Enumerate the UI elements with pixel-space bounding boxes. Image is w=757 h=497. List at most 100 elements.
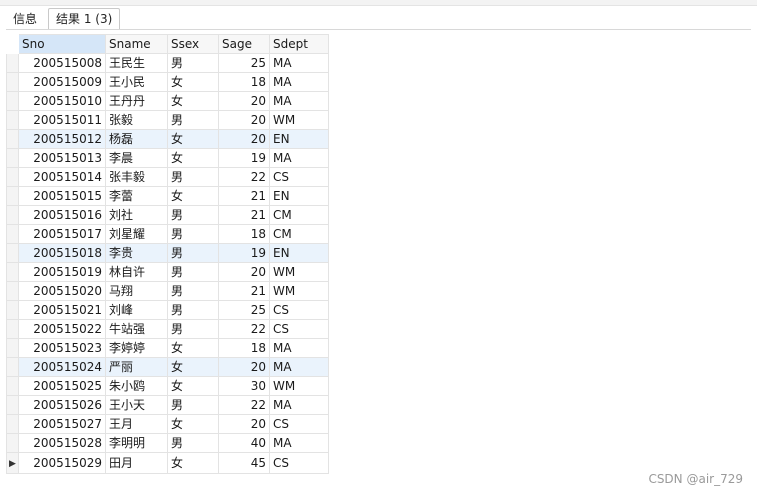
cell-sdept[interactable]: WM bbox=[269, 262, 329, 282]
cell-sage[interactable]: 25 bbox=[218, 300, 270, 320]
row-indicator[interactable] bbox=[6, 129, 19, 149]
row-indicator[interactable] bbox=[6, 148, 19, 168]
column-header-sno[interactable]: Sno bbox=[18, 34, 106, 54]
cell-sname[interactable]: 刘社 bbox=[105, 205, 168, 225]
cell-sno[interactable]: 200515009 bbox=[18, 72, 106, 92]
cell-ssex[interactable]: 男 bbox=[167, 243, 219, 263]
cell-sage[interactable]: 22 bbox=[218, 319, 270, 339]
table-row[interactable]: 200515017 刘星耀男 18 CM bbox=[6, 224, 329, 244]
cell-ssex[interactable]: 女 bbox=[167, 414, 219, 434]
cell-sage[interactable]: 20 bbox=[218, 357, 270, 377]
row-indicator[interactable] bbox=[6, 433, 19, 453]
cell-ssex[interactable]: 女 bbox=[167, 338, 219, 358]
column-header-sage[interactable]: Sage bbox=[218, 34, 270, 54]
cell-ssex[interactable]: 女 bbox=[167, 376, 219, 396]
row-indicator[interactable] bbox=[6, 338, 19, 358]
cell-sname[interactable]: 王月 bbox=[105, 414, 168, 434]
cell-sage[interactable]: 21 bbox=[218, 186, 270, 206]
column-header-sname[interactable]: Sname bbox=[105, 34, 168, 54]
cell-sno[interactable]: 200515027 bbox=[18, 414, 106, 434]
cell-sno[interactable]: 200515011 bbox=[18, 110, 106, 130]
cell-ssex[interactable]: 女 bbox=[167, 357, 219, 377]
table-row[interactable]: 200515012 杨磊女 20 EN bbox=[6, 129, 329, 149]
table-row[interactable]: 200515015 李蕾女 21 EN bbox=[6, 186, 329, 206]
row-indicator[interactable] bbox=[6, 91, 19, 111]
table-row[interactable]: 200515016 刘社男 21 CM bbox=[6, 205, 329, 225]
cell-sage[interactable]: 18 bbox=[218, 224, 270, 244]
cell-sname[interactable]: 朱小鸥 bbox=[105, 376, 168, 396]
cell-sdept[interactable]: CM bbox=[269, 224, 329, 244]
row-indicator[interactable] bbox=[6, 414, 19, 434]
cell-ssex[interactable]: 男 bbox=[167, 110, 219, 130]
cell-sno[interactable]: 200515022 bbox=[18, 319, 106, 339]
row-indicator[interactable] bbox=[6, 319, 19, 339]
cell-sage[interactable]: 18 bbox=[218, 338, 270, 358]
table-row[interactable]: 200515018 李贵男 19 EN bbox=[6, 243, 329, 263]
cell-sage[interactable]: 18 bbox=[218, 72, 270, 92]
table-row[interactable]: ▶ 200515029 田月女 45 CS bbox=[6, 452, 329, 474]
row-indicator[interactable] bbox=[6, 53, 19, 73]
table-row[interactable]: 200515020 马翔男 21 WM bbox=[6, 281, 329, 301]
cell-sname[interactable]: 张丰毅 bbox=[105, 167, 168, 187]
table-row[interactable]: 200515023 李婷婷女 18 MA bbox=[6, 338, 329, 358]
row-indicator[interactable]: ▶ bbox=[6, 452, 19, 474]
row-indicator[interactable] bbox=[6, 281, 19, 301]
cell-sname[interactable]: 李蕾 bbox=[105, 186, 168, 206]
cell-sno[interactable]: 200515015 bbox=[18, 186, 106, 206]
cell-sno[interactable]: 200515019 bbox=[18, 262, 106, 282]
row-indicator[interactable] bbox=[6, 376, 19, 396]
row-indicator[interactable] bbox=[6, 186, 19, 206]
cell-sage[interactable]: 19 bbox=[218, 243, 270, 263]
cell-sno[interactable]: 200515013 bbox=[18, 148, 106, 168]
cell-sno[interactable]: 200515029 bbox=[18, 452, 106, 474]
table-row[interactable]: 200515027 王月女 20 CS bbox=[6, 414, 329, 434]
cell-sage[interactable]: 21 bbox=[218, 205, 270, 225]
row-indicator[interactable] bbox=[6, 205, 19, 225]
cell-sno[interactable]: 200515008 bbox=[18, 53, 106, 73]
cell-sno[interactable]: 200515026 bbox=[18, 395, 106, 415]
column-header-sdept[interactable]: Sdept bbox=[269, 34, 329, 54]
cell-sage[interactable]: 20 bbox=[218, 414, 270, 434]
row-indicator[interactable] bbox=[6, 72, 19, 92]
cell-sdept[interactable]: CS bbox=[269, 319, 329, 339]
cell-ssex[interactable]: 男 bbox=[167, 262, 219, 282]
cell-sname[interactable]: 马翔 bbox=[105, 281, 168, 301]
cell-sage[interactable]: 25 bbox=[218, 53, 270, 73]
cell-ssex[interactable]: 女 bbox=[167, 91, 219, 111]
table-row[interactable]: 200515026 王小天男 22 MA bbox=[6, 395, 329, 415]
table-row[interactable]: 200515019 林自许男 20 WM bbox=[6, 262, 329, 282]
cell-sname[interactable]: 李明明 bbox=[105, 433, 168, 453]
table-row[interactable]: 200515014 张丰毅男 22 CS bbox=[6, 167, 329, 187]
cell-sno[interactable]: 200515010 bbox=[18, 91, 106, 111]
cell-sdept[interactable]: MA bbox=[269, 72, 329, 92]
row-indicator[interactable] bbox=[6, 243, 19, 263]
cell-sname[interactable]: 王小天 bbox=[105, 395, 168, 415]
row-indicator[interactable] bbox=[6, 395, 19, 415]
cell-ssex[interactable]: 男 bbox=[167, 281, 219, 301]
cell-ssex[interactable]: 男 bbox=[167, 167, 219, 187]
cell-sno[interactable]: 200515018 bbox=[18, 243, 106, 263]
cell-ssex[interactable]: 女 bbox=[167, 72, 219, 92]
cell-sname[interactable]: 牛站强 bbox=[105, 319, 168, 339]
cell-sage[interactable]: 40 bbox=[218, 433, 270, 453]
cell-sage[interactable]: 20 bbox=[218, 110, 270, 130]
table-row[interactable]: 200515011 张毅男 20 WM bbox=[6, 110, 329, 130]
cell-sno[interactable]: 200515023 bbox=[18, 338, 106, 358]
cell-sname[interactable]: 王民生 bbox=[105, 53, 168, 73]
cell-sname[interactable]: 李晨 bbox=[105, 148, 168, 168]
cell-sname[interactable]: 刘峰 bbox=[105, 300, 168, 320]
cell-sage[interactable]: 45 bbox=[218, 452, 270, 474]
cell-sdept[interactable]: WM bbox=[269, 110, 329, 130]
cell-sname[interactable]: 王丹丹 bbox=[105, 91, 168, 111]
row-indicator[interactable] bbox=[6, 300, 19, 320]
cell-sdept[interactable]: MA bbox=[269, 433, 329, 453]
cell-sage[interactable]: 20 bbox=[218, 91, 270, 111]
cell-sdept[interactable]: EN bbox=[269, 186, 329, 206]
table-row[interactable]: 200515013 李晨女 19 MA bbox=[6, 148, 329, 168]
cell-sname[interactable]: 李婷婷 bbox=[105, 338, 168, 358]
cell-sage[interactable]: 21 bbox=[218, 281, 270, 301]
cell-sdept[interactable]: MA bbox=[269, 395, 329, 415]
cell-sdept[interactable]: MA bbox=[269, 357, 329, 377]
cell-sdept[interactable]: CS bbox=[269, 300, 329, 320]
row-indicator[interactable] bbox=[6, 262, 19, 282]
